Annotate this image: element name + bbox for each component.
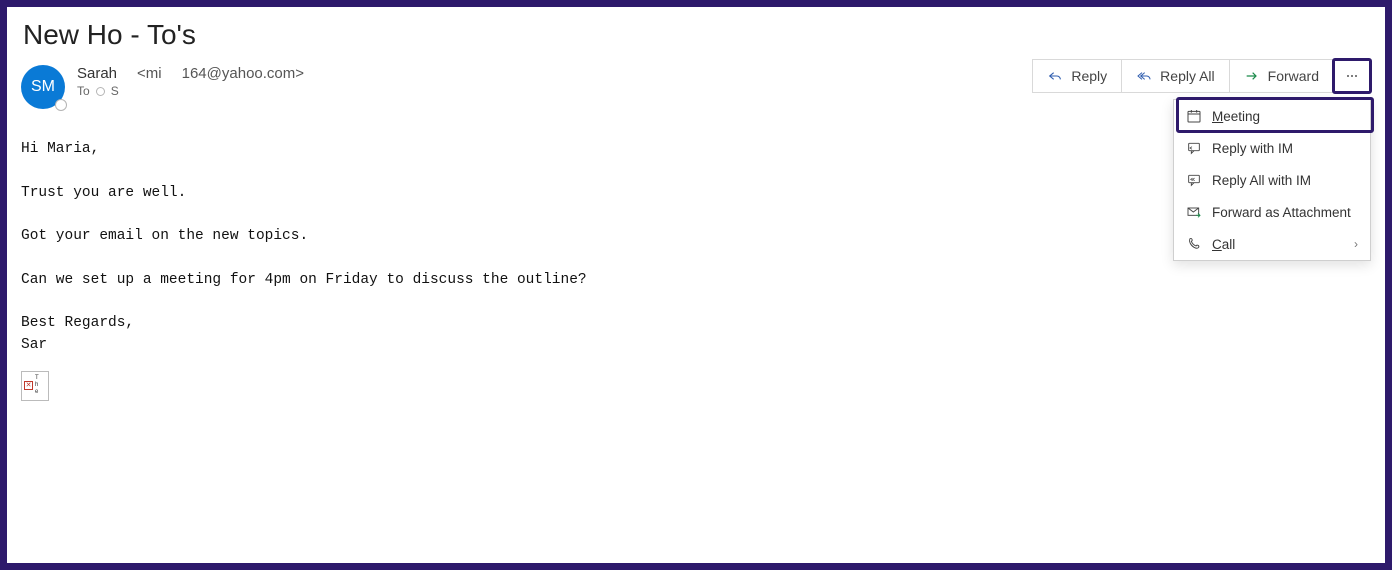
to-label: To [77,84,90,98]
sender-email-prefix: <mi [137,65,162,82]
meeting-label: Meeting [1212,109,1358,124]
sender-avatar[interactable]: SM [21,65,69,113]
sender-email-suffix: 164@yahoo.com> [182,65,304,82]
reply-label: Reply [1071,68,1107,84]
more-actions-menu: Meeting Reply with IM Reply All with IM … [1173,99,1371,261]
recipient-presence-icon [96,87,105,96]
more-actions-button[interactable] [1333,59,1371,93]
phone-icon [1186,236,1202,252]
reply-icon [1047,68,1063,84]
chat-reply-all-icon [1186,172,1202,188]
reply-all-im-label: Reply All with IM [1212,173,1358,188]
forward-attachment-label: Forward as Attachment [1212,205,1358,220]
reply-all-button[interactable]: Reply All [1121,59,1229,93]
recipient-name: S [111,84,119,98]
menu-item-reply-im[interactable]: Reply with IM [1174,132,1370,164]
calendar-icon [1186,108,1202,124]
chevron-right-icon: › [1354,237,1358,251]
chat-reply-icon [1186,140,1202,156]
reply-button[interactable]: Reply [1032,59,1122,93]
reply-all-icon [1136,68,1152,84]
attachment-placeholder[interactable]: ✕ T h e [21,371,49,401]
reply-all-label: Reply All [1160,68,1214,84]
email-body: Hi Maria, Trust you are well. Got your e… [21,139,1371,357]
call-label: Call [1212,237,1344,252]
sender-name: Sarah [77,65,117,82]
email-subject: New Ho - To's [21,17,1371,61]
broken-image-icon: ✕ [24,381,33,390]
envelope-forward-icon [1186,204,1202,220]
menu-item-call[interactable]: Call › [1174,228,1370,260]
menu-item-meeting[interactable]: Meeting [1174,100,1370,132]
email-reading-pane: New Ho - To's SM Sarah <mi 164@yahoo.com… [7,7,1385,563]
forward-label: Forward [1268,68,1319,84]
attachment-text: T h e [35,375,39,396]
forward-arrow-icon [1244,68,1260,84]
ellipsis-icon [1344,68,1360,84]
message-actions-toolbar: Reply Reply All Forward [1033,59,1371,93]
reply-im-label: Reply with IM [1212,141,1358,156]
forward-button[interactable]: Forward [1229,59,1334,93]
presence-indicator [55,99,67,111]
menu-item-forward-attachment[interactable]: Forward as Attachment [1174,196,1370,228]
menu-item-reply-all-im[interactable]: Reply All with IM [1174,164,1370,196]
